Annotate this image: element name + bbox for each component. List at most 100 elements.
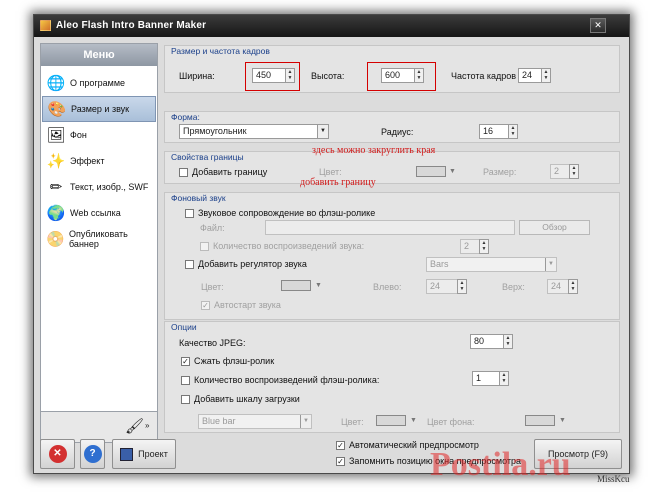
sidebar-menu: Меню 🌐 О программе 🎨 Размер и звук 🖼 Фон… [40, 43, 158, 429]
exit-button[interactable]: ✕ [40, 439, 75, 469]
compress-checkbox[interactable]: ✓ [181, 357, 190, 366]
window-title: Aleo Flash Intro Banner Maker [56, 20, 207, 31]
brush-icon[interactable]: 🖌 [125, 417, 144, 435]
volume-color-label: Цвет: [201, 282, 224, 292]
help-icon: ? [83, 445, 102, 463]
loadbar-bg-color-swatch[interactable] [525, 415, 555, 426]
file-input[interactable] [265, 220, 515, 235]
left-input[interactable]: 24 [426, 279, 458, 294]
radius-input[interactable]: 16 [479, 124, 509, 139]
compress-label: Сжать флэш-ролик [194, 356, 275, 366]
chevron-down-icon[interactable]: ▼ [559, 417, 566, 424]
sidebar-item-publish[interactable]: 📀 Опубликовать баннер [42, 226, 156, 252]
volume-control-label: Добавить регулятор звука [198, 259, 307, 269]
auto-preview-checkbox[interactable]: ✓ [336, 441, 345, 450]
border-size-label: Размер: [483, 167, 517, 177]
title-bar: Aleo Flash Intro Banner Maker ✕ [34, 15, 629, 37]
size-group-title: Размер и частота кадров [171, 46, 270, 56]
fps-label: Частота кадров [451, 71, 517, 81]
sidebar-item-label: Фон [70, 130, 87, 140]
radius-stepper[interactable]: ▲ ▼ [508, 124, 518, 139]
annotation-add-border: добавить границу [300, 177, 376, 188]
chevron-down-icon: ▼ [545, 258, 556, 271]
sidebar-item-web-link[interactable]: 🌍 Web ссылка [42, 200, 156, 226]
left-label: Влево: [373, 282, 402, 292]
width-label: Ширина: [179, 71, 215, 81]
sound-repeat-label: Количество воспроизведений звука: [213, 241, 365, 251]
project-button-label: Проект [138, 449, 168, 459]
border-color-label: Цвет: [319, 167, 342, 177]
volume-control-checkbox[interactable] [185, 260, 194, 269]
options-group: Опции Качество JPEG: 80 ▲ ▼ ✓ Сжать флэш-… [164, 321, 620, 433]
loadbar-bg-color-label: Цвет фона: [427, 417, 475, 427]
sidebar-item-text[interactable]: ✏ Текст, изобр., SWF [42, 174, 156, 200]
jpeg-quality-input[interactable]: 80 [470, 334, 504, 349]
left-stepper[interactable]: ▲ ▼ [457, 279, 467, 294]
fps-stepper[interactable]: ▲ ▼ [541, 68, 551, 83]
shape-group: Форма: Прямоугольник ▼ Радиус: 16 ▲ ▼ [164, 111, 620, 143]
close-button[interactable]: ✕ [590, 18, 606, 33]
loadbar-style-select[interactable]: Blue bar ▼ [198, 414, 312, 429]
floppy-disk-icon [120, 447, 134, 461]
top-label: Верх: [502, 282, 525, 292]
border-group-title: Свойства границы [171, 152, 244, 162]
sound-repeat-stepper[interactable]: ▲ ▼ [479, 239, 489, 254]
fps-input[interactable]: 24 [518, 68, 542, 83]
file-label: Файл: [200, 223, 225, 233]
sidebar-item-size-sound[interactable]: 🎨 Размер и звук [42, 96, 156, 122]
sidebar-item-background[interactable]: 🖼 Фон [42, 122, 156, 148]
project-button[interactable]: Проект [112, 439, 176, 469]
chevron-down-icon[interactable]: ▼ [449, 168, 456, 175]
playcount-checkbox[interactable] [181, 376, 190, 385]
remember-position-checkbox[interactable]: ✓ [336, 457, 345, 466]
palette-icon: 🎨 [47, 101, 67, 118]
sidebar-item-effect[interactable]: ✨ Эффект [42, 148, 156, 174]
border-color-swatch[interactable] [416, 166, 446, 177]
shape-select-value: Прямоугольник [183, 126, 247, 136]
top-stepper[interactable]: ▲ ▼ [568, 279, 578, 294]
sound-label: Звуковое сопровождение во флэш-ролике [198, 208, 376, 218]
border-size-input[interactable]: 2 [550, 164, 570, 179]
volume-style-select[interactable]: Bars ▼ [426, 257, 557, 272]
watermark-text: Postila.ru [430, 446, 571, 483]
autostart-checkbox[interactable]: ✓ [201, 301, 210, 310]
browse-button[interactable]: Обзор [519, 220, 590, 235]
sound-repeat-input[interactable]: 2 [460, 239, 480, 254]
playcount-stepper[interactable]: ▲ ▼ [499, 371, 509, 386]
chevron-down-icon[interactable]: ▼ [315, 282, 322, 289]
size-group: Размер и частота кадров Ширина: 450 ▲ ▼ В… [164, 45, 620, 93]
app-icon [40, 20, 51, 31]
volume-style-value: Bars [430, 259, 449, 269]
sound-checkbox[interactable] [185, 209, 194, 218]
add-border-label: Добавить границу [192, 167, 268, 177]
height-label: Высота: [311, 71, 345, 81]
loadbar-style-value: Blue bar [202, 416, 236, 426]
top-input[interactable]: 24 [547, 279, 569, 294]
jpeg-quality-stepper[interactable]: ▲ ▼ [503, 334, 513, 349]
add-border-checkbox[interactable] [179, 168, 188, 177]
sound-repeat-checkbox[interactable] [200, 242, 209, 251]
loadbar-color-swatch[interactable] [376, 415, 406, 426]
options-group-title: Опции [171, 322, 197, 332]
sidebar-item-label: Размер и звук [71, 104, 130, 114]
publish-icon: 📀 [46, 231, 65, 248]
border-size-stepper[interactable]: ▲ ▼ [569, 164, 579, 179]
sidebar-item-about[interactable]: 🌐 О программе [42, 70, 156, 96]
help-button[interactable]: ? [80, 439, 105, 469]
radius-label: Радиус: [381, 127, 414, 137]
chevron-down-icon[interactable]: ▼ [410, 417, 417, 424]
sound-group-title: Фоновый звук [171, 193, 226, 203]
sidebar-header: Меню [41, 44, 157, 66]
shape-select[interactable]: Прямоугольник ▼ [179, 124, 329, 139]
chevron-down-icon: ▼ [300, 415, 311, 428]
chevron-down-icon: ▼ [317, 125, 328, 138]
pencil-text-icon: ✏ [49, 179, 63, 196]
loadbar-checkbox[interactable] [181, 395, 190, 404]
chevron-right-icon[interactable]: » [145, 421, 149, 430]
sound-group: Фоновый звук Звуковое сопровождение во ф… [164, 192, 620, 320]
playcount-input[interactable]: 1 [472, 371, 500, 386]
volume-color-swatch[interactable] [281, 280, 311, 291]
sidebar-item-label: Web ссылка [70, 208, 121, 218]
close-icon: ✕ [48, 445, 67, 463]
sidebar-item-label: О программе [70, 78, 126, 88]
